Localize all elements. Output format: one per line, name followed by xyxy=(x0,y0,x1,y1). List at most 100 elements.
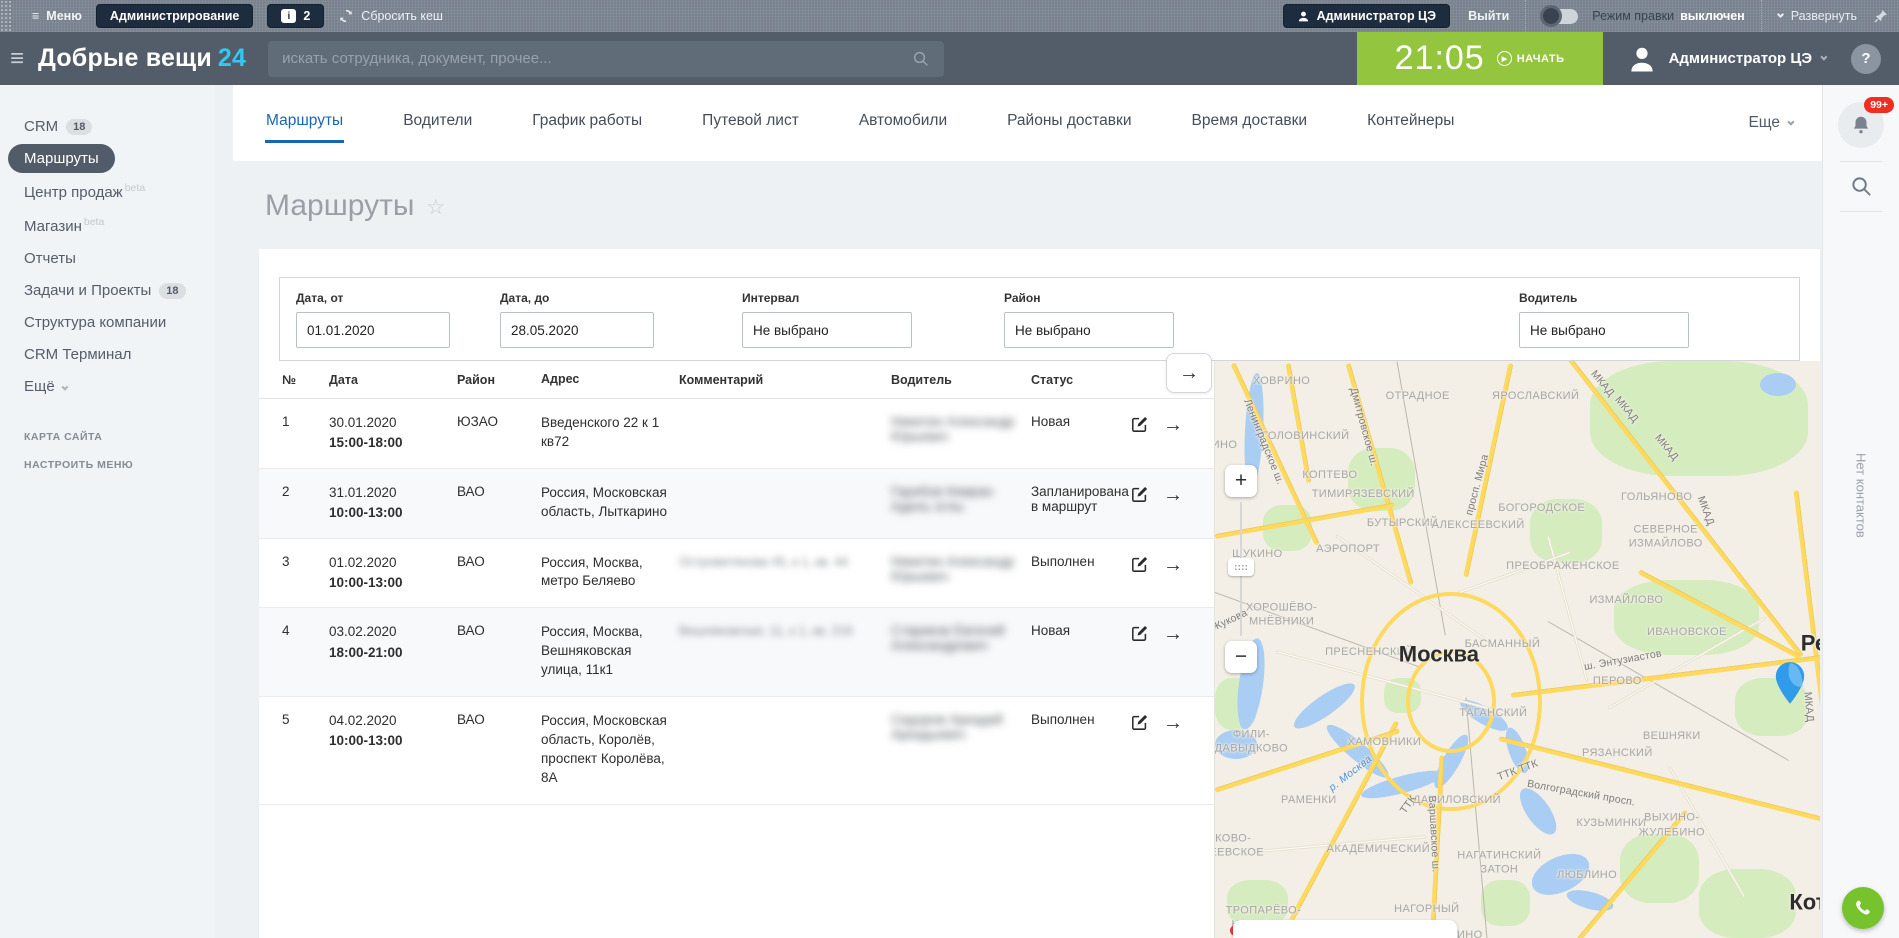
sidebar-item-6[interactable]: Структура компании xyxy=(8,308,182,337)
filter-select-3[interactable]: Не выбрано xyxy=(1004,312,1174,348)
main-header: ≡ Добрые вещи24 21:05 ▶ НАЧАТЬ Администр… xyxy=(0,32,1899,85)
chevron-down-icon xyxy=(1777,10,1784,17)
play-icon: ▶ xyxy=(1497,51,1512,66)
table-row-5[interactable]: 504.02.202010:00-13:00ВАОРоссия, Московс… xyxy=(259,697,1214,805)
zoom-slider-handle[interactable] xyxy=(1228,558,1254,576)
map-label-line: НАГАТИНСКИЙ xyxy=(1457,849,1541,863)
open-route-arrow-icon[interactable]: → xyxy=(1163,415,1183,435)
map-label-line: МАТВЕЕВСКОЕ xyxy=(1214,846,1264,860)
sidebar-item-7[interactable]: CRM Терминал xyxy=(8,340,147,369)
sidebar-item-label: Маршруты xyxy=(24,150,99,167)
filter-label: Дата, до xyxy=(500,291,654,305)
rail-search-icon[interactable] xyxy=(1850,175,1873,198)
map-label: ЛЮБЛИНО xyxy=(1557,867,1617,881)
tab-4[interactable]: Автомобили xyxy=(858,103,948,143)
open-route-arrow-icon[interactable]: → xyxy=(1163,624,1183,644)
edit-mode-label: Режим правки xyxy=(1592,9,1674,23)
sidebar-item-2[interactable]: Центр продажbeta xyxy=(8,176,161,207)
sidebar-item-1[interactable]: Маршруты xyxy=(8,144,115,173)
chat-phone-button[interactable] xyxy=(1842,887,1884,929)
cell-driver: Сидоров Аркадий Аркадьевич xyxy=(879,712,1019,788)
hamburger-icon[interactable]: ≡ xyxy=(0,47,38,71)
map-label: РЯЗАНСКИЙ xyxy=(1582,746,1653,760)
tab-0[interactable]: Маршруты xyxy=(265,103,344,143)
notices-button[interactable]: i 2 xyxy=(267,4,324,28)
filter-group-3: РайонНе выбрано xyxy=(1004,291,1174,360)
zoom-slider-track[interactable] xyxy=(1240,502,1242,636)
help-button[interactable]: ? xyxy=(1851,44,1881,74)
logout-button[interactable]: Выйти xyxy=(1468,9,1509,23)
open-route-arrow-icon[interactable]: → xyxy=(1163,713,1183,733)
notifications-button[interactable]: 99+ xyxy=(1838,102,1884,148)
driver-name: Никитин Александр Юрьевич xyxy=(891,414,1014,444)
counter-badge: 18 xyxy=(66,119,92,135)
app-logo[interactable]: Добрые вещи24 xyxy=(38,44,246,73)
map-park xyxy=(1699,869,1796,938)
cell-status: Выполнен xyxy=(1019,712,1119,788)
clear-cache-button[interactable]: Сбросить кеш xyxy=(338,8,443,24)
open-route-arrow-icon[interactable]: → xyxy=(1163,555,1183,575)
administration-button[interactable]: Администрирование xyxy=(96,4,253,28)
sidebar-item-0[interactable]: CRM18 xyxy=(8,112,108,141)
map-label-line: ОЧАКОВО- xyxy=(1214,831,1264,845)
map-pin-marker[interactable] xyxy=(1773,661,1807,710)
driver-name: Сидоров Аркадий Аркадьевич xyxy=(891,712,1003,742)
zoom-in-button[interactable]: + xyxy=(1225,465,1257,497)
work-timer[interactable]: 21:05 ▶ НАЧАТЬ xyxy=(1357,32,1603,85)
moscow-map[interactable]: + − ХОВРИНООТРАДНОЕЯРОСЛАВСКИЙГОЛОВИНСКИ… xyxy=(1214,361,1820,938)
filter-input-1[interactable] xyxy=(500,312,654,348)
tab-3[interactable]: Путевой лист xyxy=(701,103,800,143)
cell-num: 4 xyxy=(259,623,317,680)
map-label: КУЗЬМИНКИ xyxy=(1576,815,1646,829)
sidebar-item-3[interactable]: Магазинbeta xyxy=(8,210,120,241)
sidebar-item-4[interactable]: Отчеты xyxy=(8,244,92,273)
favorite-star-icon[interactable]: ☆ xyxy=(426,195,445,220)
tab-7[interactable]: Контейнеры xyxy=(1366,103,1455,143)
sidebar-footer-link-1[interactable]: НАСТРОИТЬ МЕНЮ xyxy=(24,459,215,471)
filter-select-2[interactable]: Не выбрано xyxy=(742,312,912,348)
routes-card: Дата, отДата, доИнтервалНе выбраноРайонН… xyxy=(259,249,1820,938)
admin-user-button[interactable]: Администратор ЦЭ xyxy=(1283,4,1451,28)
sidebar-item-5[interactable]: Задачи и Проекты18 xyxy=(8,276,202,305)
tab-6[interactable]: Время доставки xyxy=(1190,103,1308,143)
edit-icon[interactable] xyxy=(1131,415,1149,436)
filter-group-2: ИнтервалНе выбрано xyxy=(742,291,912,360)
cell-num: 3 xyxy=(259,554,317,592)
tab-2[interactable]: График работы xyxy=(531,103,643,143)
timer-start-button[interactable]: ▶ НАЧАТЬ xyxy=(1497,51,1565,66)
current-user[interactable]: Администратор ЦЭ xyxy=(1603,44,1851,74)
table-row-3[interactable]: 301.02.202010:00-13:00ВАОРоссия, Москва,… xyxy=(259,539,1214,609)
map-label-line: ОТРАДНОЕ xyxy=(1386,388,1450,402)
tabs-more-button[interactable]: Еще xyxy=(1748,114,1792,132)
chevron-down-icon xyxy=(896,324,904,332)
edit-icon[interactable] xyxy=(1131,713,1149,734)
zoom-out-button[interactable]: − xyxy=(1225,641,1257,673)
search-icon[interactable] xyxy=(912,50,930,68)
pin-icon[interactable] xyxy=(1873,8,1889,24)
table-row-4[interactable]: 403.02.202018:00-21:00ВАОРоссия, Москва,… xyxy=(259,608,1214,697)
beta-tag: beta xyxy=(125,182,145,194)
cell-driver: Гарибов Кямран Адиль оглы xyxy=(879,484,1019,522)
tab-5[interactable]: Районы доставки xyxy=(1006,103,1132,143)
map-label-line: ФИЛИ- xyxy=(1215,728,1288,742)
edit-icon[interactable] xyxy=(1131,624,1149,645)
filter-group-1: Дата, до xyxy=(500,291,654,360)
edit-mode-toggle[interactable] xyxy=(1542,9,1578,24)
map-label: НАГОРНЫЙ xyxy=(1394,902,1459,916)
edit-icon[interactable] xyxy=(1131,485,1149,506)
filter-input-0[interactable] xyxy=(296,312,450,348)
edit-icon[interactable] xyxy=(1131,555,1149,576)
tab-1[interactable]: Водители xyxy=(402,103,473,143)
open-route-arrow-icon[interactable]: → xyxy=(1163,485,1183,505)
section-tabs: Маршруты Водители График работы Путевой лис… xyxy=(233,85,1822,161)
search-input[interactable] xyxy=(282,50,912,67)
sidebar-footer-link-0[interactable]: КАРТА САЙТА xyxy=(24,431,215,443)
table-row-2[interactable]: 231.01.202010:00-13:00ВАОРоссия, Московс… xyxy=(259,469,1214,539)
collapse-panel-arrow-button[interactable]: → xyxy=(1166,353,1212,393)
admin-menu-button[interactable]: ≡ Меню xyxy=(18,9,96,23)
expand-button[interactable]: Развернуть xyxy=(1778,9,1857,23)
table-row-1[interactable]: 130.01.202015:00-18:00ЮЗАОВведенского 22… xyxy=(259,399,1214,469)
sidebar-item-8[interactable]: Ещё xyxy=(8,372,82,401)
map-label-line: Дмитровское ш. xyxy=(1346,387,1380,469)
filter-select-4[interactable]: Не выбрано xyxy=(1519,312,1689,348)
